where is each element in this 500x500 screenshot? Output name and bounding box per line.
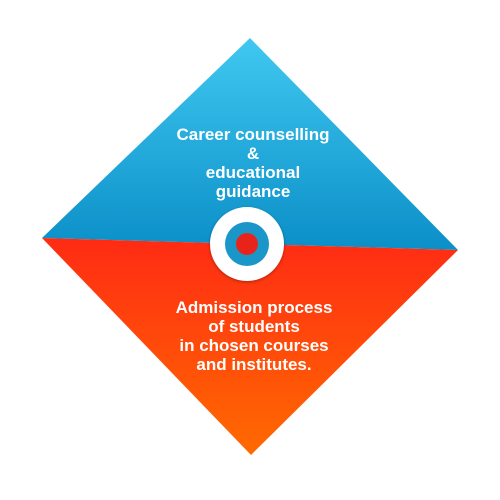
admission-process-text: Admission process of students in chosen … <box>4 298 500 374</box>
diamond-diagram <box>42 38 458 455</box>
top-text-line: educational <box>205 163 301 182</box>
top-text-line: Career counselling <box>176 125 330 144</box>
bottom-text-line: Admission process <box>175 298 333 317</box>
career-counselling-text: Career counselling & educational guidanc… <box>3 125 500 201</box>
bottom-text-line: and institutes. <box>196 355 312 374</box>
diagram-canvas: Career counselling & educational guidanc… <box>0 0 500 500</box>
top-text-line: guidance <box>215 182 291 201</box>
top-text-line: & <box>246 144 260 163</box>
bottom-text-line: of students <box>208 317 300 336</box>
bottom-text-line: in chosen courses <box>179 336 329 355</box>
center-target-dot <box>236 233 258 255</box>
